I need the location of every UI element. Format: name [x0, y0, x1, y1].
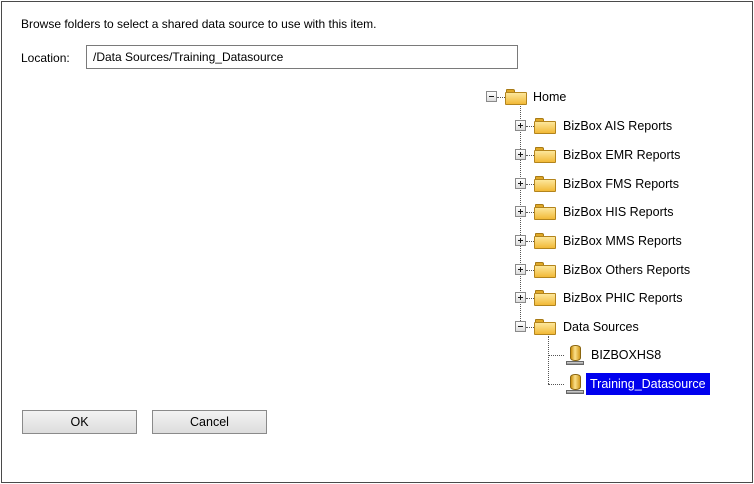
- folder-icon: [534, 203, 556, 220]
- datasource-icon: [566, 344, 584, 366]
- tree-connector: [526, 126, 534, 127]
- tree-node-folder[interactable]: BizBox FMS Reports: [563, 176, 679, 192]
- tree-node-folder[interactable]: BizBox PHIC Reports: [563, 290, 682, 306]
- collapse-icon[interactable]: [486, 91, 497, 102]
- expand-icon[interactable]: [515, 120, 526, 131]
- expand-icon[interactable]: [515, 235, 526, 246]
- ok-button[interactable]: OK: [22, 410, 137, 434]
- tree-connector: [526, 184, 534, 185]
- datasource-icon: [566, 373, 584, 395]
- folder-icon: [534, 232, 556, 249]
- collapse-icon[interactable]: [515, 321, 526, 332]
- folder-icon: [534, 117, 556, 134]
- expand-icon[interactable]: [515, 206, 526, 217]
- tree-connector: [497, 97, 505, 98]
- tree-connector: [526, 212, 534, 213]
- location-label: Location:: [21, 51, 70, 65]
- tree-connector: [526, 298, 534, 299]
- folder-icon: [534, 289, 556, 306]
- tree-node-data-sources[interactable]: Data Sources: [563, 319, 639, 335]
- tree-connector: [526, 327, 534, 328]
- expand-icon[interactable]: [515, 149, 526, 160]
- folder-icon: [534, 175, 556, 192]
- folder-icon: [534, 261, 556, 278]
- tree-connector: [548, 355, 564, 356]
- expand-icon[interactable]: [515, 178, 526, 189]
- tree-node-home[interactable]: Home: [533, 89, 566, 105]
- folder-open-icon: [505, 88, 527, 105]
- cancel-button[interactable]: Cancel: [152, 410, 267, 434]
- tree-connector: [526, 270, 534, 271]
- tree-node-datasource[interactable]: BIZBOXHS8: [591, 347, 661, 363]
- tree-node-datasource-selected[interactable]: Training_Datasource: [586, 373, 710, 395]
- tree-node-folder[interactable]: BizBox AIS Reports: [563, 118, 672, 134]
- expand-icon[interactable]: [515, 264, 526, 275]
- tree-connector: [548, 336, 549, 384]
- tree-node-folder[interactable]: BizBox Others Reports: [563, 262, 690, 278]
- tree-node-folder[interactable]: BizBox EMR Reports: [563, 147, 680, 163]
- tree-connector: [526, 241, 534, 242]
- tree-connector: [548, 384, 564, 385]
- tree-node-folder[interactable]: BizBox HIS Reports: [563, 204, 673, 220]
- expand-icon[interactable]: [515, 292, 526, 303]
- folder-icon: [534, 146, 556, 163]
- folder-open-icon: [534, 318, 556, 335]
- instruction-text: Browse folders to select a shared data s…: [21, 17, 377, 31]
- tree-connector: [526, 155, 534, 156]
- location-input[interactable]: [86, 45, 518, 69]
- tree-node-folder[interactable]: BizBox MMS Reports: [563, 233, 682, 249]
